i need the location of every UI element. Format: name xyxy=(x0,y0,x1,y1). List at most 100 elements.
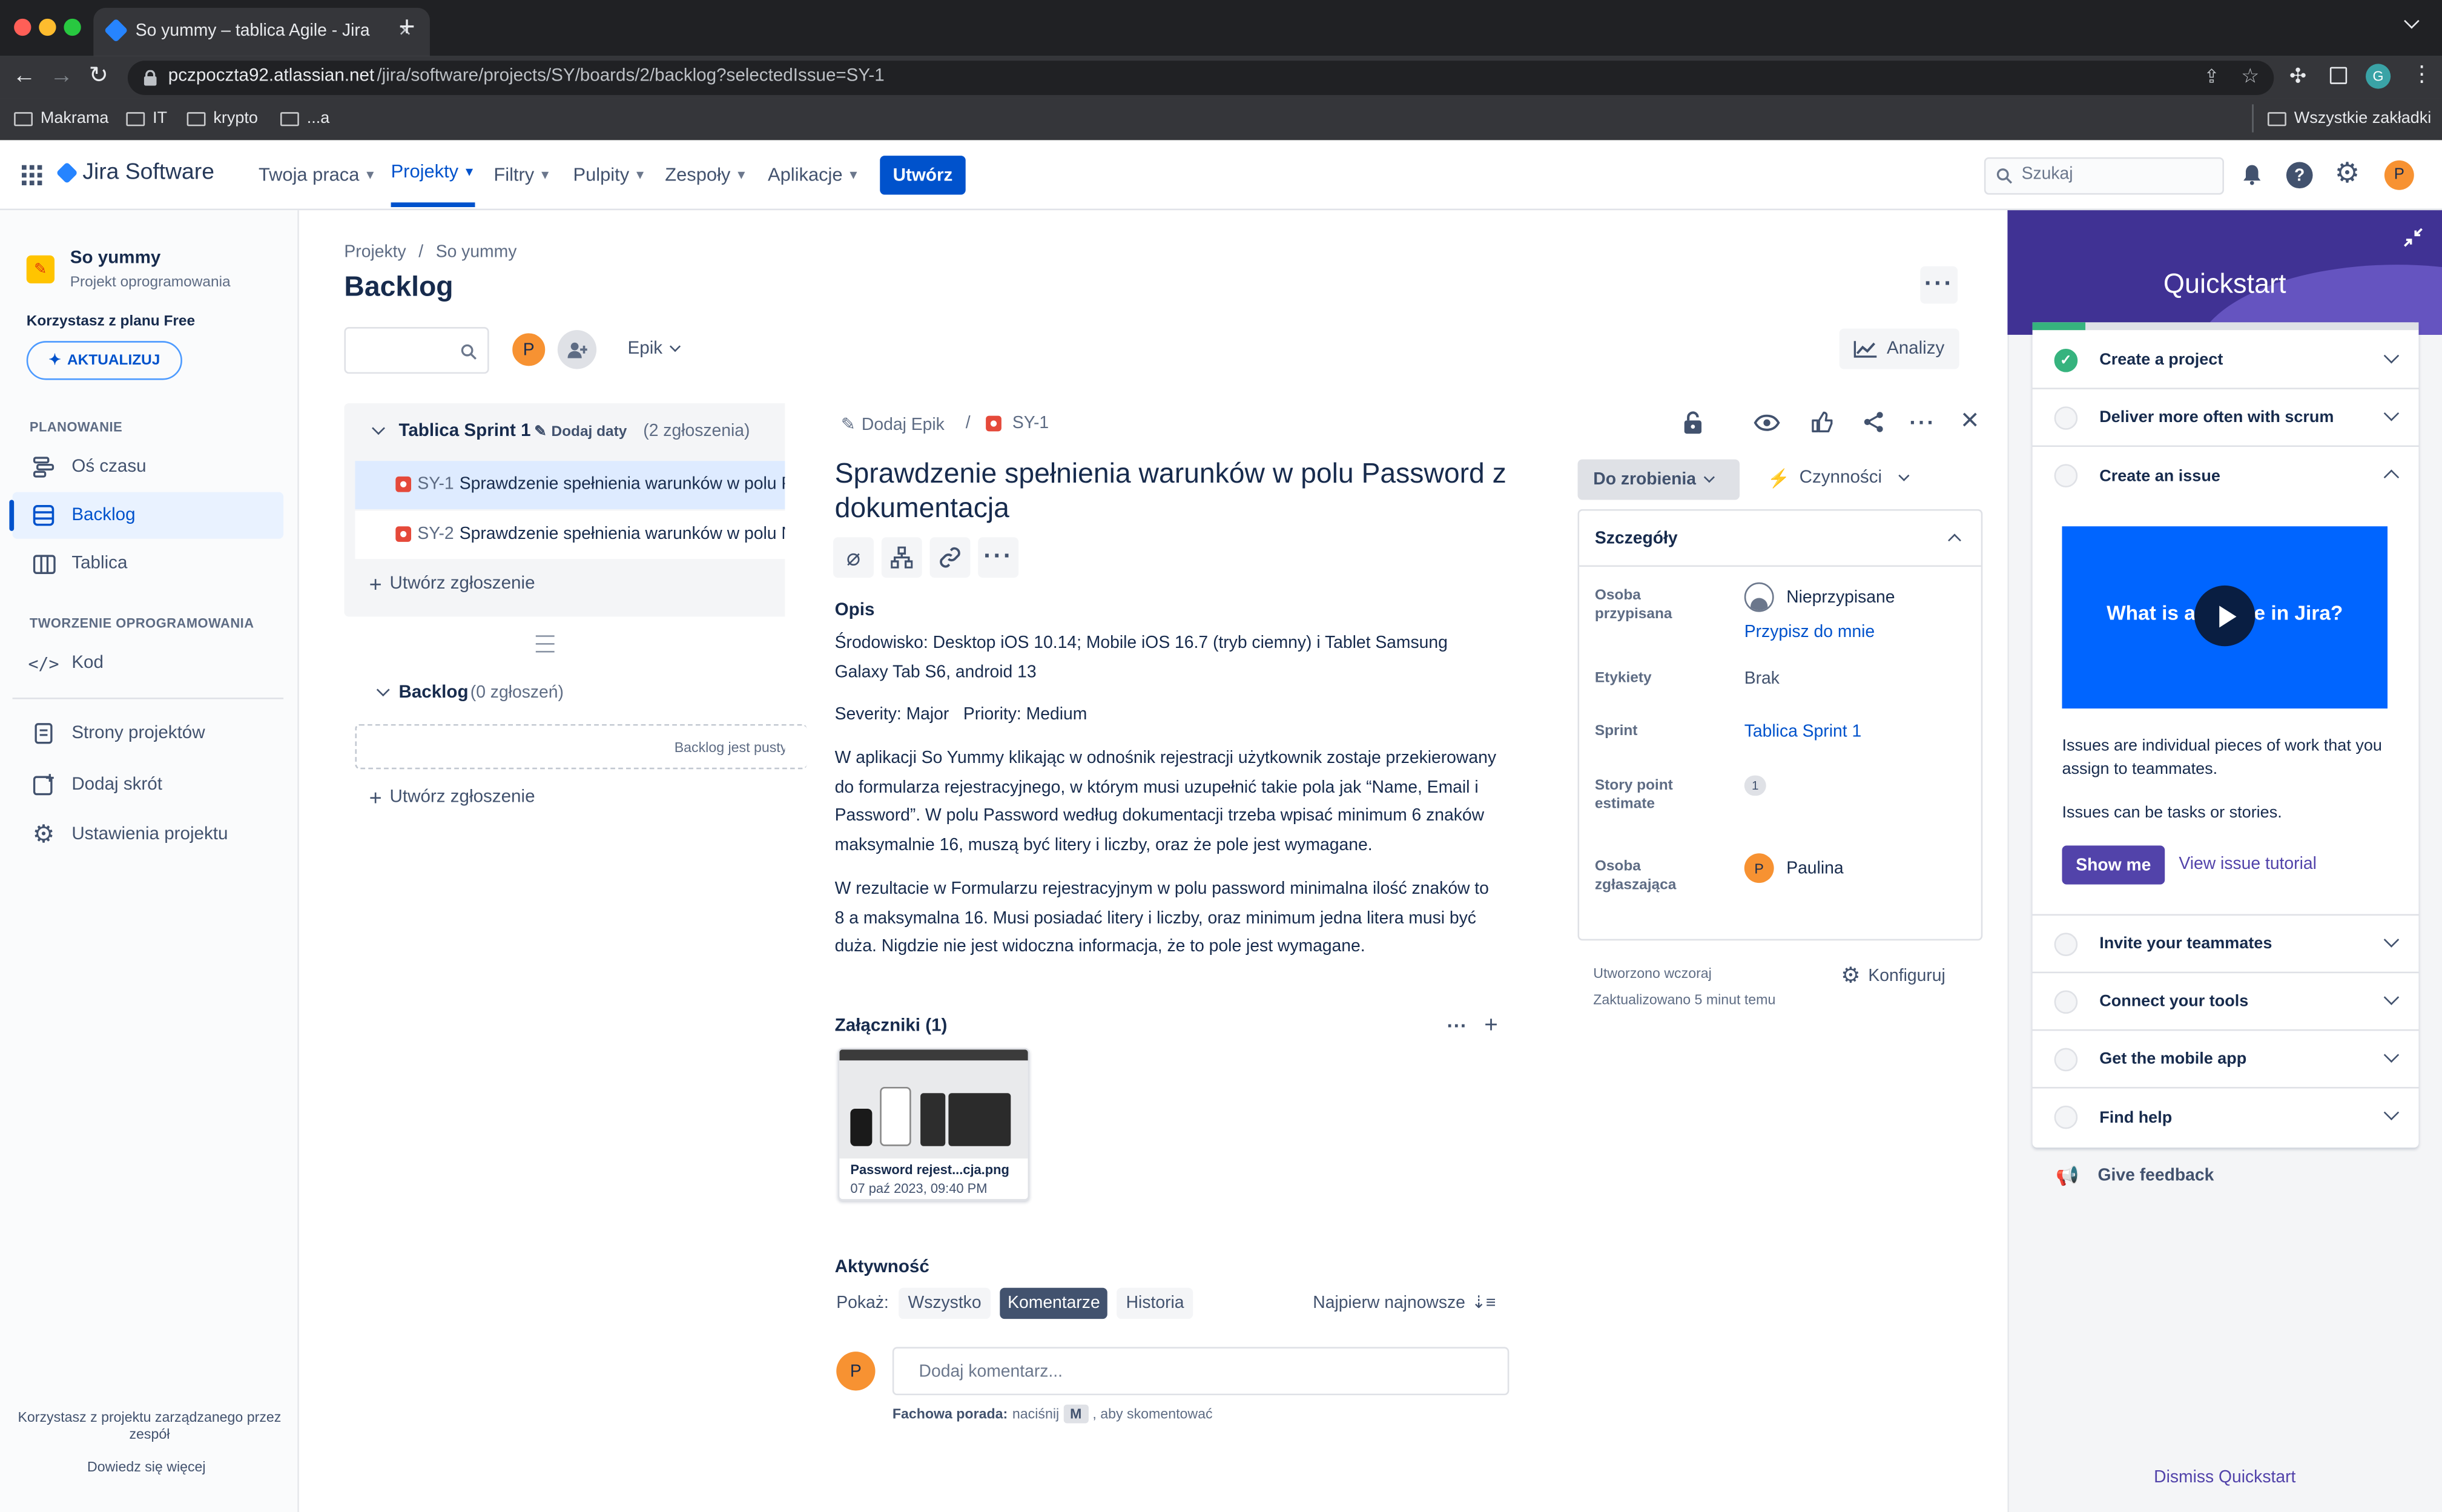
add-dates-button[interactable]: ✎ Dodaj daty xyxy=(534,423,627,440)
assign-to-me-link[interactable]: Przypisz do mnie xyxy=(1744,623,1875,642)
sidebar-item-timeline[interactable]: Oś czasu xyxy=(13,444,284,490)
sidebar-item-project-pages[interactable]: Strony projektów xyxy=(13,710,284,757)
sidebar-item-board[interactable]: Tablica xyxy=(13,540,284,587)
nav-teams[interactable]: Zespoły ▼ xyxy=(665,140,747,208)
dismiss-quickstart-link[interactable]: Dismiss Quickstart xyxy=(2007,1468,2442,1487)
nav-your-work[interactable]: Twoja praca ▼ xyxy=(259,140,377,208)
assignee-field[interactable]: Nieprzypisane xyxy=(1744,582,1895,612)
breadcrumb-project[interactable]: So yummy xyxy=(436,243,517,262)
comment-input[interactable]: Dodaj komentarz... xyxy=(892,1347,1510,1396)
extensions-icon[interactable]: ✣ xyxy=(2289,64,2306,88)
sidebar-item-code[interactable]: </> Kod xyxy=(13,640,284,687)
assignee-filter-avatar[interactable]: P xyxy=(509,330,549,369)
forward-icon[interactable]: → xyxy=(50,62,73,89)
play-icon[interactable] xyxy=(2194,585,2256,647)
sidebar-item-backlog[interactable]: Backlog xyxy=(12,492,284,539)
browser-tab[interactable]: So yummy – tablica Agile - Jira × xyxy=(93,7,430,56)
create-issue-button[interactable]: + Utwórz zgłoszenie xyxy=(369,785,535,810)
settings-gear-icon[interactable]: ⚙ xyxy=(2335,157,2360,190)
user-avatar[interactable]: P xyxy=(2384,160,2414,190)
quickstart-item-connect-tools[interactable]: Connect your tools xyxy=(2032,973,2419,1031)
profile-avatar[interactable]: G xyxy=(2366,64,2391,89)
issue-more-icon[interactable]: ··· xyxy=(1909,409,1936,434)
new-tab-icon[interactable]: + xyxy=(398,13,415,41)
upgrade-button[interactable]: ✦ AKTUALIZUJ xyxy=(26,341,182,380)
configure-button[interactable]: ⚙ Konfiguruj xyxy=(1841,962,1945,989)
description-actual[interactable]: W rezultacie w Formularzu rejestracyjnym… xyxy=(835,875,1489,962)
filter-all-button[interactable]: Wszystko xyxy=(899,1287,991,1319)
view-tutorial-link[interactable]: View issue tutorial xyxy=(2179,855,2317,874)
project-name[interactable]: So yummy xyxy=(70,249,161,268)
nav-apps[interactable]: Aplikacje ▼ xyxy=(768,140,860,208)
nav-projects[interactable]: Projekty ▼ xyxy=(391,140,476,208)
quickstart-item-mobile-app[interactable]: Get the mobile app xyxy=(2032,1031,2419,1089)
add-epic-button[interactable]: ✎ Dodaj Epik xyxy=(841,414,945,434)
back-icon[interactable]: ← xyxy=(13,62,36,89)
sidebar-item-project-settings[interactable]: ⚙ Ustawienia projektu xyxy=(13,811,284,858)
backlog-search-input[interactable] xyxy=(344,327,489,374)
sidebar-item-add-shortcut[interactable]: Dodaj skrót xyxy=(13,762,284,808)
backlog-issue-row[interactable]: SY-1 Sprawdzenie spełnienia warunków w p… xyxy=(355,461,785,509)
share-icon[interactable]: ⇪ xyxy=(2204,65,2220,87)
bookmark-makrama[interactable]: Makrama xyxy=(14,109,108,128)
filter-comments-button[interactable]: Komentarze xyxy=(1000,1287,1108,1319)
learn-more-link[interactable]: Dowiedz się więcej xyxy=(0,1459,293,1475)
child-issue-button[interactable] xyxy=(881,537,922,578)
issue-key-link[interactable]: SY-1 xyxy=(1012,414,1049,433)
url-field[interactable]: pczpoczta92.atlassian.net /jira/software… xyxy=(127,61,2274,95)
description-severity[interactable]: Severity: Major Priority: Medium xyxy=(835,701,1489,730)
details-header[interactable]: Szczegóły xyxy=(1579,510,1981,567)
add-attachment-icon[interactable]: + xyxy=(1484,1012,1498,1039)
lock-icon[interactable] xyxy=(1683,411,1702,435)
tutorial-video[interactable]: What is an issue in Jira? xyxy=(2062,526,2388,709)
quickstart-item-scrum[interactable]: Deliver more often with scrum xyxy=(2032,389,2419,447)
sort-button[interactable]: Najpierw najnowsze ⇣≡ xyxy=(1313,1292,1496,1313)
reporter-field[interactable]: P Paulina xyxy=(1744,853,1844,883)
attach-button[interactable]: ⌀ xyxy=(833,537,874,578)
quickstart-item-create-issue[interactable]: Create an issue xyxy=(2033,447,2419,504)
link-issue-button[interactable] xyxy=(929,537,971,578)
maximize-window-button[interactable] xyxy=(64,18,81,36)
help-icon[interactable]: ? xyxy=(2286,162,2313,189)
actions-dropdown[interactable]: ⚡ Czynności xyxy=(1767,467,1910,489)
all-bookmarks[interactable]: Wszystkie zakładki xyxy=(2267,109,2431,128)
bookmark-other[interactable]: ...a xyxy=(280,109,329,128)
attachment-card[interactable]: Password rejest...cja.png 07 paź 2023, 0… xyxy=(837,1048,1030,1201)
quickstart-item-invite[interactable]: Invite your teammates xyxy=(2032,916,2419,974)
nav-dashboards[interactable]: Pulpity ▼ xyxy=(573,140,647,208)
sprint-value-link[interactable]: Tablica Sprint 1 xyxy=(1744,722,1861,741)
browser-menu-icon[interactable]: ⋮ xyxy=(2411,61,2433,87)
issue-title[interactable]: Sprawdzenie spełnienia warunków w polu P… xyxy=(835,456,1520,524)
epic-filter-dropdown[interactable]: Epik xyxy=(628,340,682,358)
bookmark-star-icon[interactable]: ☆ xyxy=(2241,64,2259,88)
notifications-icon[interactable] xyxy=(2241,163,2263,185)
close-issue-icon[interactable]: × xyxy=(1961,403,1979,439)
more-icon[interactable]: ··· xyxy=(978,537,1019,578)
watch-eye-icon[interactable] xyxy=(1754,414,1780,431)
labels-value[interactable]: Brak xyxy=(1744,670,1780,688)
backlog-collapse-icon[interactable] xyxy=(376,683,390,697)
jira-logo[interactable]: Jira Software xyxy=(56,160,214,185)
minimize-window-button[interactable] xyxy=(39,18,56,36)
drag-handle-icon[interactable] xyxy=(535,635,555,653)
thumbs-up-icon[interactable] xyxy=(1811,411,1833,433)
status-dropdown[interactable]: Do zrobienia xyxy=(1577,459,1740,500)
backlog-issue-row[interactable]: SY-2 Sprawdzenie spełnienia warunków w p… xyxy=(355,510,785,560)
quickstart-item-create-project[interactable]: ✓ Create a project xyxy=(2032,332,2419,389)
description-environment[interactable]: Środowisko: Desktop iOS 10.14; Mobile iO… xyxy=(835,629,1458,688)
more-actions-button[interactable]: ··· xyxy=(1920,266,1958,304)
show-me-button[interactable]: Show me xyxy=(2062,845,2165,885)
bookmark-krypto[interactable]: krypto xyxy=(186,109,258,128)
give-feedback-button[interactable]: 📢 Give feedback xyxy=(2056,1165,2214,1187)
bookmark-it[interactable]: IT xyxy=(126,109,167,128)
minimize-quickstart-icon[interactable] xyxy=(2403,227,2423,247)
attachments-more-icon[interactable]: ··· xyxy=(1447,1014,1467,1037)
quickstart-item-find-help[interactable]: Find help xyxy=(2033,1089,2419,1146)
close-window-button[interactable] xyxy=(14,18,31,36)
description-expected[interactable]: W aplikacji So Yummy klikając w odnośnik… xyxy=(835,744,1497,860)
filter-history-button[interactable]: Historia xyxy=(1117,1287,1193,1319)
nav-filters[interactable]: Filtry ▼ xyxy=(493,140,551,208)
create-issue-button[interactable]: + Utwórz zgłoszenie xyxy=(369,572,535,596)
search-input[interactable]: Szukaj xyxy=(1984,157,2224,195)
tab-search-icon[interactable] xyxy=(2404,13,2420,29)
